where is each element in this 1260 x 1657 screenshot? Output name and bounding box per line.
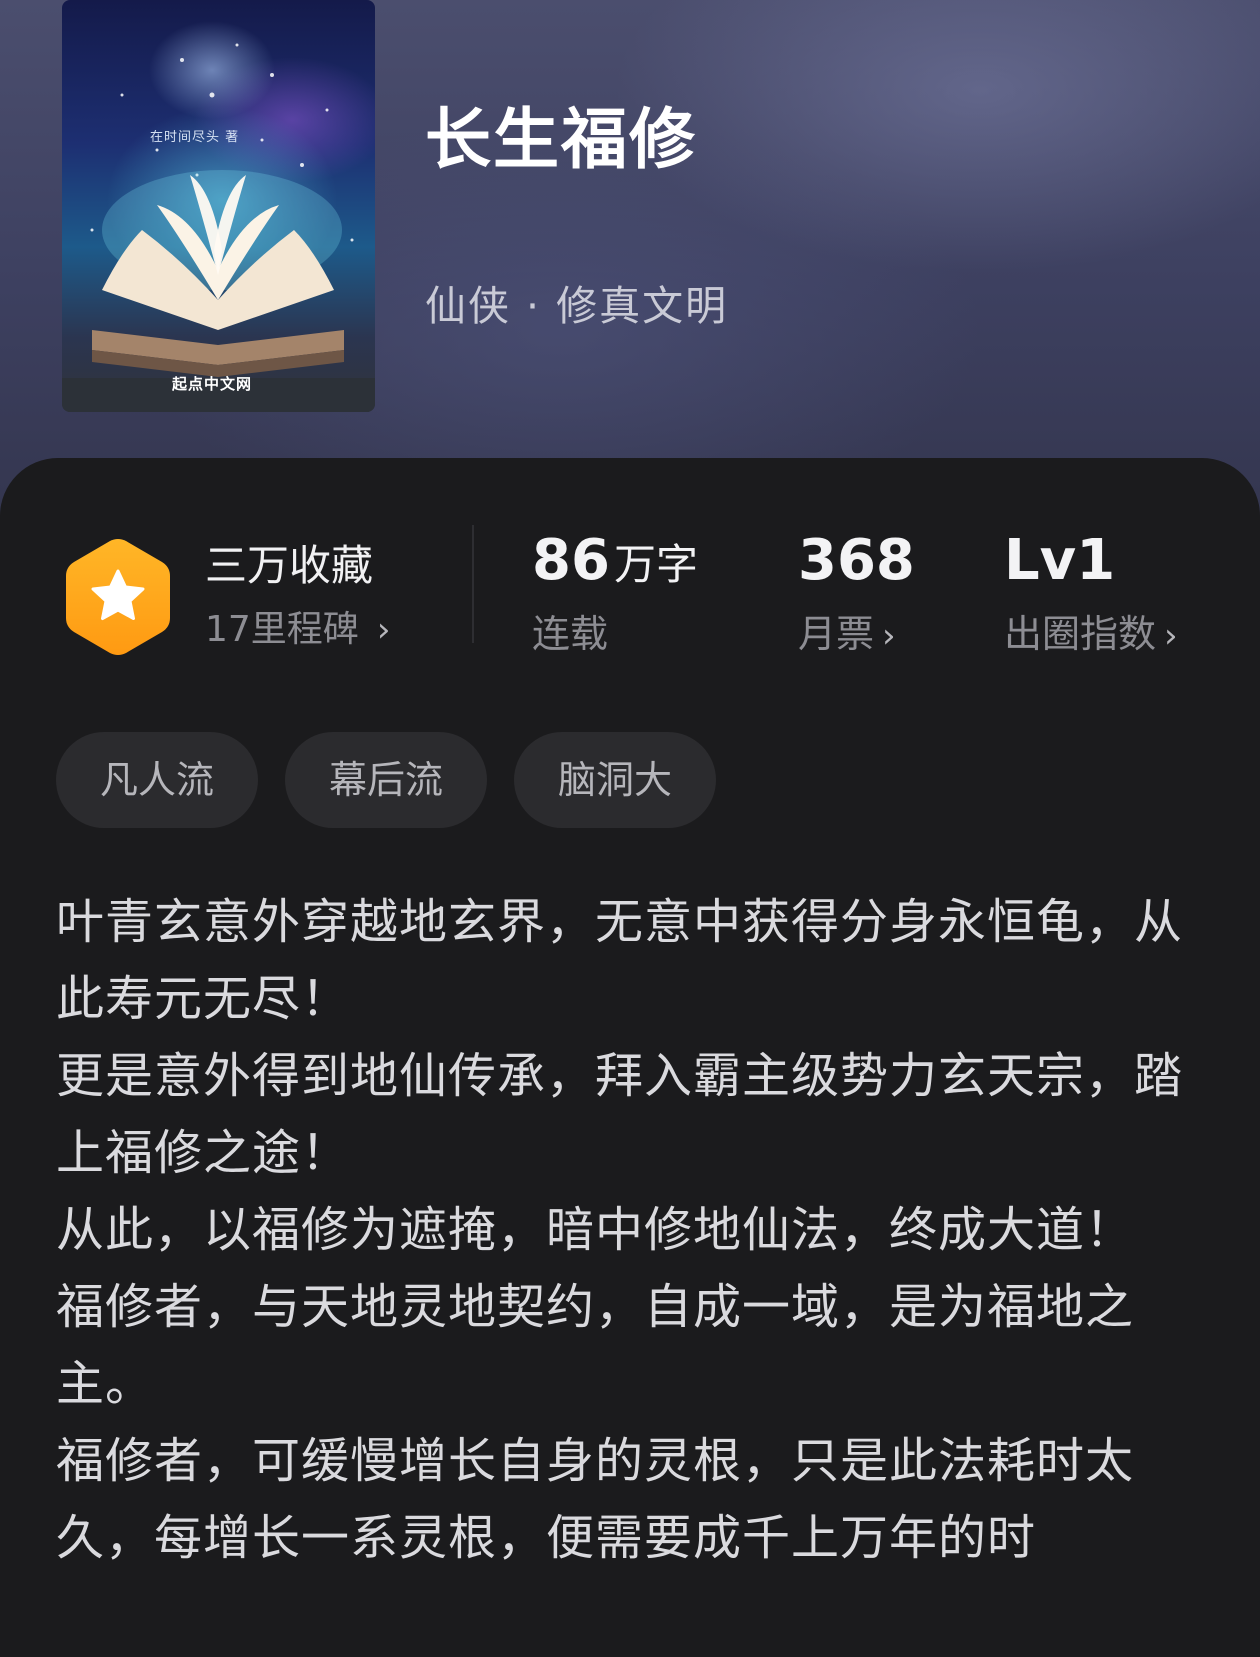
word-count-unit: 万字 — [613, 540, 698, 589]
description-paragraph: 福修者，可缓慢增长自身的灵根，只是此法耗时太久，每增长一系灵根，便需要成千上万年… — [56, 1433, 1135, 1566]
milestone-label: 17里程碑 — [205, 609, 359, 650]
tag-chip[interactable]: 幕后流 — [285, 732, 488, 828]
book-description[interactable]: 叶青玄意外穿越地玄界，无意中获得分身永恒龟，从此寿元无尽！ 更是意外得到地仙传承… — [56, 884, 1206, 1577]
circle-index-link[interactable]: 出圈指数 › — [1004, 610, 1178, 660]
stats-divider — [472, 525, 474, 643]
tag-chip[interactable]: 凡人流 — [56, 732, 259, 828]
monthly-votes-label: 月票 — [798, 612, 875, 656]
circle-index-label: 出圈指数 — [1004, 612, 1157, 656]
book-genre[interactable]: 仙侠 · 修真文明 — [425, 278, 728, 334]
cover-publisher-logo: 起点中文网 — [172, 375, 253, 393]
book-cover[interactable]: 在时间尽头 著 起点中文网 — [62, 0, 375, 412]
tag-list: 凡人流 幕后流 脑洞大 — [56, 732, 717, 828]
circle-index-level[interactable]: Lv1 — [1004, 528, 1115, 594]
milestone-link[interactable]: 17里程碑 › — [205, 607, 390, 653]
tag-chip[interactable]: 脑洞大 — [514, 732, 717, 828]
chevron-right-icon: › — [376, 610, 391, 650]
monthly-votes-link[interactable]: 月票 › — [798, 610, 896, 660]
word-count-number: 86 — [532, 528, 610, 593]
description-paragraph: 福修者，与天地灵地契约，自成一域，是为福地之主。 — [56, 1279, 1135, 1412]
description-paragraph: 更是意外得到地仙传承，拜入霸主级势力玄天宗，踏上福修之途！ — [56, 1048, 1184, 1181]
serial-status: 连载 — [532, 612, 609, 656]
book-header: 在时间尽头 著 起点中文网 长生福修 仙侠 · 修真文明 — [0, 0, 1260, 520]
word-count: 86万字 — [532, 528, 698, 598]
description-paragraph: 从此，以福修为遮掩，暗中修地仙法，终成大道！ — [56, 1202, 1135, 1258]
monthly-votes-count[interactable]: 368 — [798, 528, 915, 594]
description-paragraph: 叶青玄意外穿越地玄界，无意中获得分身永恒龟，从此寿元无尽！ — [56, 894, 1184, 1027]
cover-author-text: 在时间尽头 著 — [150, 130, 240, 145]
chevron-right-icon: › — [1164, 616, 1178, 656]
hexagon-star-icon — [66, 539, 170, 655]
favorites-count[interactable]: 三万收藏 — [205, 540, 373, 592]
chevron-right-icon: › — [882, 616, 896, 656]
book-title: 长生福修 — [425, 101, 697, 178]
cover-artwork — [62, 43, 375, 412]
